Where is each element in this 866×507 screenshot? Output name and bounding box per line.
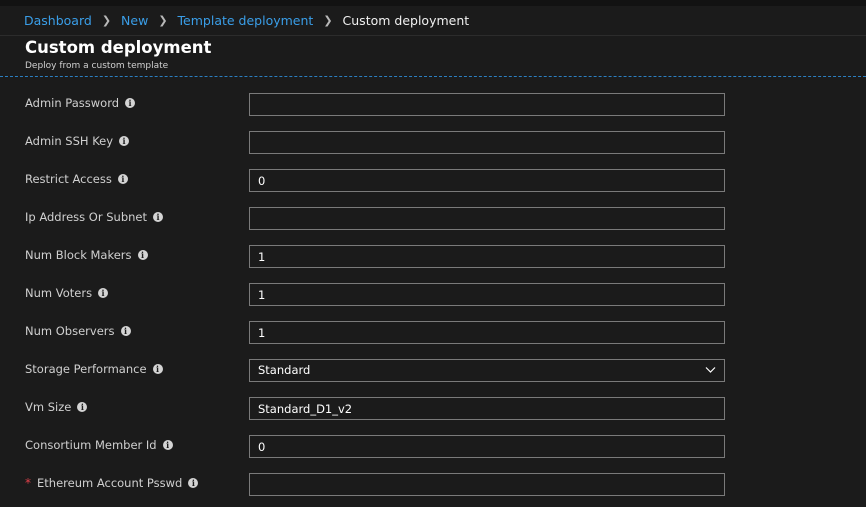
field-label: Consortium Member Id i — [25, 438, 173, 452]
num-voters-input[interactable] — [249, 283, 725, 306]
info-icon[interactable]: i — [117, 174, 128, 184]
field-label-text: Restrict Access — [25, 172, 112, 186]
field-label-text: Storage Performance — [25, 362, 147, 376]
admin-password-input[interactable] — [249, 93, 725, 116]
consortium-member-id-input[interactable] — [249, 435, 725, 458]
form-row-num-observers: Num Observers i — [0, 321, 866, 345]
field-label-text: Admin Password — [25, 96, 120, 110]
field-label: Admin Password i — [25, 96, 136, 110]
ip-address-input[interactable] — [249, 207, 725, 230]
breadcrumb-dashboard[interactable]: Dashboard — [24, 13, 92, 28]
info-icon[interactable]: i — [120, 326, 131, 336]
field-label-text: Ip Address Or Subnet — [25, 210, 147, 224]
info-icon[interactable]: i — [153, 212, 163, 222]
storage-performance-select[interactable]: Standard — [249, 359, 725, 382]
chevron-right-icon: ❯ — [101, 13, 112, 27]
field-label-text: Num Observers — [25, 324, 115, 338]
field-label: Storage Performance i — [25, 362, 163, 376]
chevron-down-icon — [705, 367, 716, 373]
form-row-storage-performance: Storage Performance i Standard — [0, 359, 866, 383]
field-label-text: Ethereum Account Psswd — [37, 476, 183, 490]
required-indicator: * — [25, 476, 31, 490]
info-icon[interactable]: i — [152, 364, 163, 374]
ethereum-account-psswd-input[interactable] — [249, 473, 725, 496]
field-label: Restrict Access i — [25, 172, 128, 186]
info-icon[interactable]: i — [188, 478, 199, 488]
field-label: Ip Address Or Subnet i — [25, 210, 163, 224]
chevron-right-icon: ❯ — [158, 13, 168, 27]
form-row-ethereum-account-psswd: * Ethereum Account Psswd i — [0, 473, 866, 497]
form-row-consortium-member-id: Consortium Member Id i — [0, 435, 866, 459]
page-title: Custom deployment — [25, 38, 212, 57]
vm-size-input[interactable] — [249, 397, 725, 420]
field-label: Vm Size i — [25, 400, 88, 414]
form-row-admin-ssh-key: Admin SSH Key i — [0, 131, 866, 155]
field-label: Num Observers i — [25, 324, 131, 338]
field-label-text: Admin SSH Key — [25, 134, 114, 148]
field-label: Admin SSH Key i — [25, 134, 130, 148]
field-label-text: Num Voters — [25, 286, 93, 300]
restrict-access-input[interactable] — [249, 169, 725, 192]
info-icon[interactable]: i — [119, 136, 130, 146]
info-icon[interactable]: i — [125, 98, 136, 108]
form-row-restrict-access: Restrict Access i — [0, 169, 866, 193]
header-dashed-divider — [0, 76, 866, 77]
form-row-num-voters: Num Voters i — [0, 283, 866, 307]
form-row-ip-address: Ip Address Or Subnet i — [0, 207, 866, 231]
num-block-makers-input[interactable] — [249, 245, 725, 268]
num-observers-input[interactable] — [249, 321, 725, 344]
field-label: * Ethereum Account Psswd i — [25, 476, 199, 490]
select-value: Standard — [258, 363, 311, 377]
info-icon[interactable]: i — [137, 250, 148, 260]
info-icon[interactable]: i — [162, 440, 173, 450]
info-icon[interactable]: i — [77, 402, 88, 412]
breadcrumb-new[interactable]: New — [121, 13, 148, 28]
page-subtitle: Deploy from a custom template — [25, 61, 169, 71]
form-row-vm-size: Vm Size i — [0, 397, 866, 421]
top-strip — [0, 0, 866, 6]
admin-ssh-key-input[interactable] — [249, 131, 725, 154]
chevron-right-icon: ❯ — [323, 13, 333, 27]
breadcrumb: Dashboard ❯ New ❯ Template deployment ❯ … — [24, 11, 469, 29]
form-row-admin-password: Admin Password i — [0, 93, 866, 117]
field-label-text: Vm Size — [25, 400, 72, 414]
breadcrumb-current: Custom deployment — [342, 12, 470, 28]
field-label: Num Block Makers i — [25, 248, 148, 262]
field-label: Num Voters i — [25, 286, 109, 300]
breadcrumb-template-deployment[interactable]: Template deployment — [178, 13, 314, 28]
header-divider — [0, 35, 866, 36]
field-label-text: Consortium Member Id — [25, 438, 157, 452]
info-icon[interactable]: i — [98, 288, 109, 298]
form-row-num-block-makers: Num Block Makers i — [0, 245, 866, 269]
field-label-text: Num Block Makers — [25, 248, 132, 262]
